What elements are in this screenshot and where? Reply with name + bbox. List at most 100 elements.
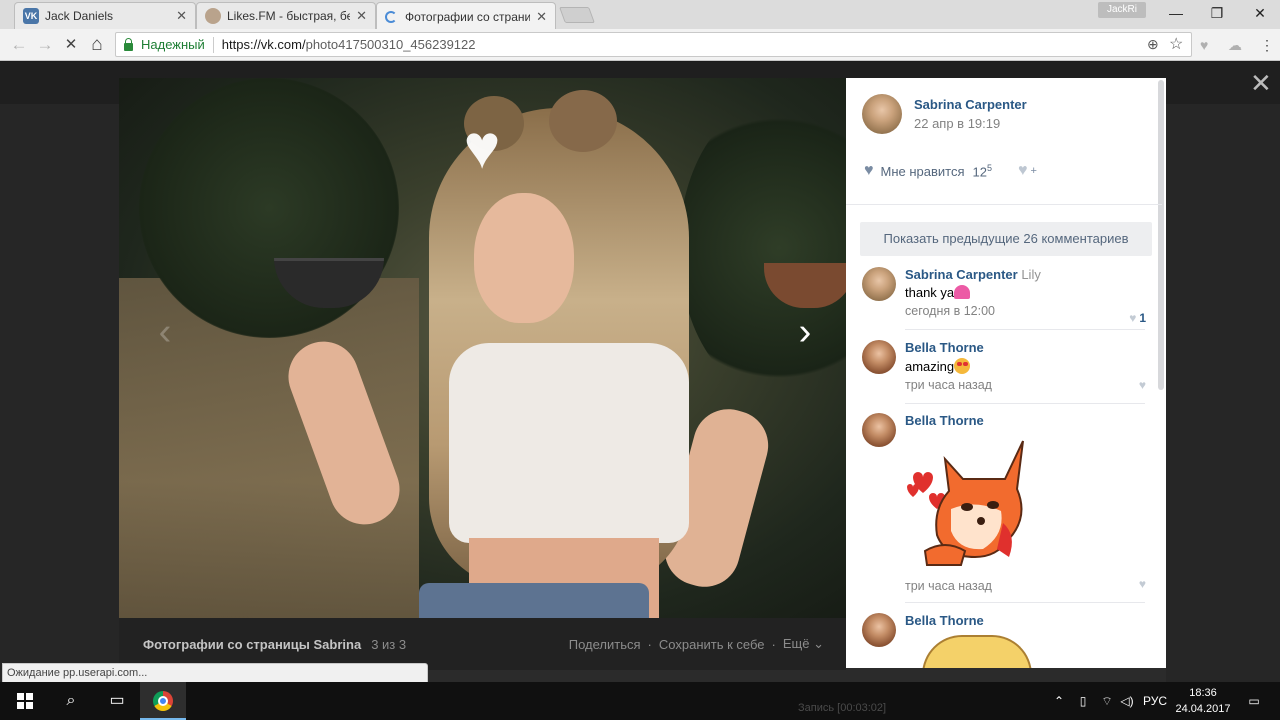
home-button[interactable]: ⌂: [86, 34, 108, 56]
lock-icon: [124, 37, 133, 51]
wifi-icon[interactable]: ⌔: [1098, 682, 1116, 720]
vk-photo-viewer: ✕ ♥ ‹ › Фотографии со страницы Sabrina 3…: [0, 62, 1280, 682]
commenter-avatar[interactable]: [862, 413, 896, 447]
heart-eyes-emoji-icon: [954, 358, 971, 374]
clock[interactable]: 18:36 24.04.2017: [1170, 685, 1236, 717]
photo-hair-bun: [549, 90, 617, 152]
menu-icon[interactable]: ⋮: [1260, 35, 1274, 55]
extension-cloud-icon[interactable]: ☁: [1228, 35, 1242, 55]
comment: Bella Thorne amazing три часа назад ♥: [862, 340, 1146, 410]
zoom-icon[interactable]: ⊕: [1147, 33, 1159, 56]
commenter-avatar[interactable]: [862, 340, 896, 374]
more-menu-link[interactable]: Ещё ⌄: [783, 636, 824, 652]
commenter-avatar[interactable]: [862, 613, 896, 647]
comment-time[interactable]: сегодня в 12:00: [905, 304, 1145, 318]
profile-badge[interactable]: JackRi: [1098, 2, 1146, 18]
sticker-preview: [922, 635, 1032, 668]
commenter-name[interactable]: Bella Thorne: [905, 340, 984, 355]
close-viewer-icon[interactable]: ✕: [1250, 70, 1272, 96]
url-path: photo417500310_456239122: [305, 37, 476, 52]
omnibox-separator: [212, 36, 214, 53]
photo-jeans: [419, 583, 649, 618]
comment-like[interactable]: ♥: [1139, 378, 1146, 392]
new-tab-button[interactable]: [559, 7, 595, 23]
search-icon[interactable]: ⌕: [48, 682, 94, 720]
comment-like[interactable]: ♥: [1139, 577, 1146, 591]
security-label: Надежный: [141, 37, 205, 52]
like-heart-icon[interactable]: ♥: [864, 162, 874, 180]
start-button[interactable]: [2, 682, 48, 720]
windows-taskbar: ⌕ ▭ Запись [00:03:02] ⌃ ▯ ⌔ ◁) РУС 18:36…: [0, 682, 1280, 720]
tab-close-icon[interactable]: ✕: [536, 9, 547, 25]
comment: Bella Thorne три часа назад ♥: [862, 413, 1146, 603]
maximize-button[interactable]: ❐: [1197, 3, 1237, 23]
browser-toolbar: ← → ✕ ⌂ Надежный https://vk.com/photo417…: [0, 29, 1280, 61]
commenter-name[interactable]: Sabrina Carpenter: [905, 267, 1018, 282]
photo-actions: Поделиться · Сохранить к себе · Ещё ⌄: [569, 618, 824, 670]
next-photo-arrow-icon[interactable]: ›: [785, 312, 825, 352]
extension-heart-icon[interactable]: ♥: [1200, 35, 1208, 55]
tab-title: Likes.FM - быстрая, бесп: [227, 9, 351, 23]
heart-icon: ♥: [1138, 577, 1146, 591]
heart-icon: ♥: [1129, 311, 1137, 325]
comment: Sabrina Carpenter Lily thank ya сегодня …: [862, 267, 1146, 337]
divider: [905, 329, 1145, 330]
author-avatar[interactable]: [862, 94, 902, 134]
comment-time[interactable]: три часа назад: [905, 579, 992, 593]
back-button[interactable]: ←: [8, 34, 30, 56]
like-label[interactable]: Мне нравится: [881, 164, 965, 179]
tab-jack-daniels[interactable]: VK Jack Daniels ✕: [14, 2, 196, 29]
tab-likes-fm[interactable]: Likes.FM - быстрая, бесп ✕: [196, 2, 376, 29]
photo-sidebar: Sabrina Carpenter 22 апр в 19:19 ♥ Мне н…: [846, 78, 1166, 668]
dot-separator: ·: [771, 636, 776, 652]
reply-to[interactable]: Lily: [1021, 267, 1041, 282]
power-icon[interactable]: ▯: [1074, 682, 1092, 720]
photo[interactable]: ♥: [119, 78, 846, 618]
tab-vk-photos[interactable]: Фотографии со страниц ✕: [376, 2, 556, 30]
comment-time[interactable]: три часа назад: [905, 378, 1145, 392]
task-view-icon[interactable]: ▭: [94, 682, 140, 720]
photo-shirt: [449, 343, 689, 543]
volume-icon[interactable]: ◁): [1118, 682, 1136, 720]
commenter-name[interactable]: Bella Thorne: [905, 613, 984, 628]
album-title[interactable]: Фотографии со страницы Sabrina: [143, 637, 361, 652]
heart-filter-icon: ♥: [463, 113, 501, 182]
backdrop-left[interactable]: [0, 104, 119, 682]
language-indicator[interactable]: РУС: [1142, 682, 1168, 720]
divider: [905, 403, 1145, 404]
backdrop-right[interactable]: [1166, 104, 1280, 682]
comment-text: thank ya: [905, 285, 1145, 300]
photo-ivy: [679, 98, 846, 398]
previous-photo-arrow-icon[interactable]: ‹: [145, 312, 185, 352]
share-plus[interactable]: +: [1031, 165, 1037, 177]
commenter-avatar[interactable]: [862, 267, 896, 301]
comment-like[interactable]: ♥ 1: [1129, 311, 1146, 325]
post-date[interactable]: 22 апр в 19:19: [914, 116, 1027, 131]
loading-spinner-icon: [385, 10, 397, 23]
address-bar[interactable]: Надежный https://vk.com/photo417500310_4…: [115, 32, 1192, 57]
close-window-button[interactable]: ✕: [1240, 3, 1280, 23]
minimize-button[interactable]: —: [1156, 3, 1196, 23]
bookmark-star-icon[interactable]: ☆: [1169, 33, 1183, 56]
tray-expand-icon[interactable]: ⌃: [1052, 682, 1066, 720]
commenter-name[interactable]: Bella Thorne: [905, 413, 984, 428]
show-previous-comments-button[interactable]: Показать предыдущие 26 комментариев: [860, 222, 1152, 256]
author-name[interactable]: Sabrina Carpenter: [914, 97, 1027, 112]
url-host: https://vk.com/: [221, 37, 306, 52]
chrome-taskbar-button[interactable]: [140, 682, 186, 720]
like-count[interactable]: 125: [973, 163, 992, 179]
tab-title: Фотографии со страниц: [405, 9, 531, 24]
stop-button[interactable]: ✕: [60, 34, 82, 56]
share-link[interactable]: Поделиться: [569, 637, 641, 652]
forward-button[interactable]: →: [34, 34, 56, 56]
photo-counter: 3 из 3: [371, 636, 407, 652]
tab-close-icon[interactable]: ✕: [356, 8, 367, 24]
post-author: Sabrina Carpenter 22 апр в 19:19: [862, 92, 1027, 136]
share-heart-icon[interactable]: ♥: [1018, 162, 1028, 180]
sidebar-scrollbar[interactable]: [1158, 80, 1164, 390]
comment: Bella Thorne: [862, 613, 1146, 668]
save-to-self-link[interactable]: Сохранить к себе: [659, 637, 765, 652]
tab-close-icon[interactable]: ✕: [176, 8, 187, 24]
dot-separator: ·: [647, 636, 652, 652]
notifications-icon[interactable]: ▭: [1244, 682, 1264, 720]
